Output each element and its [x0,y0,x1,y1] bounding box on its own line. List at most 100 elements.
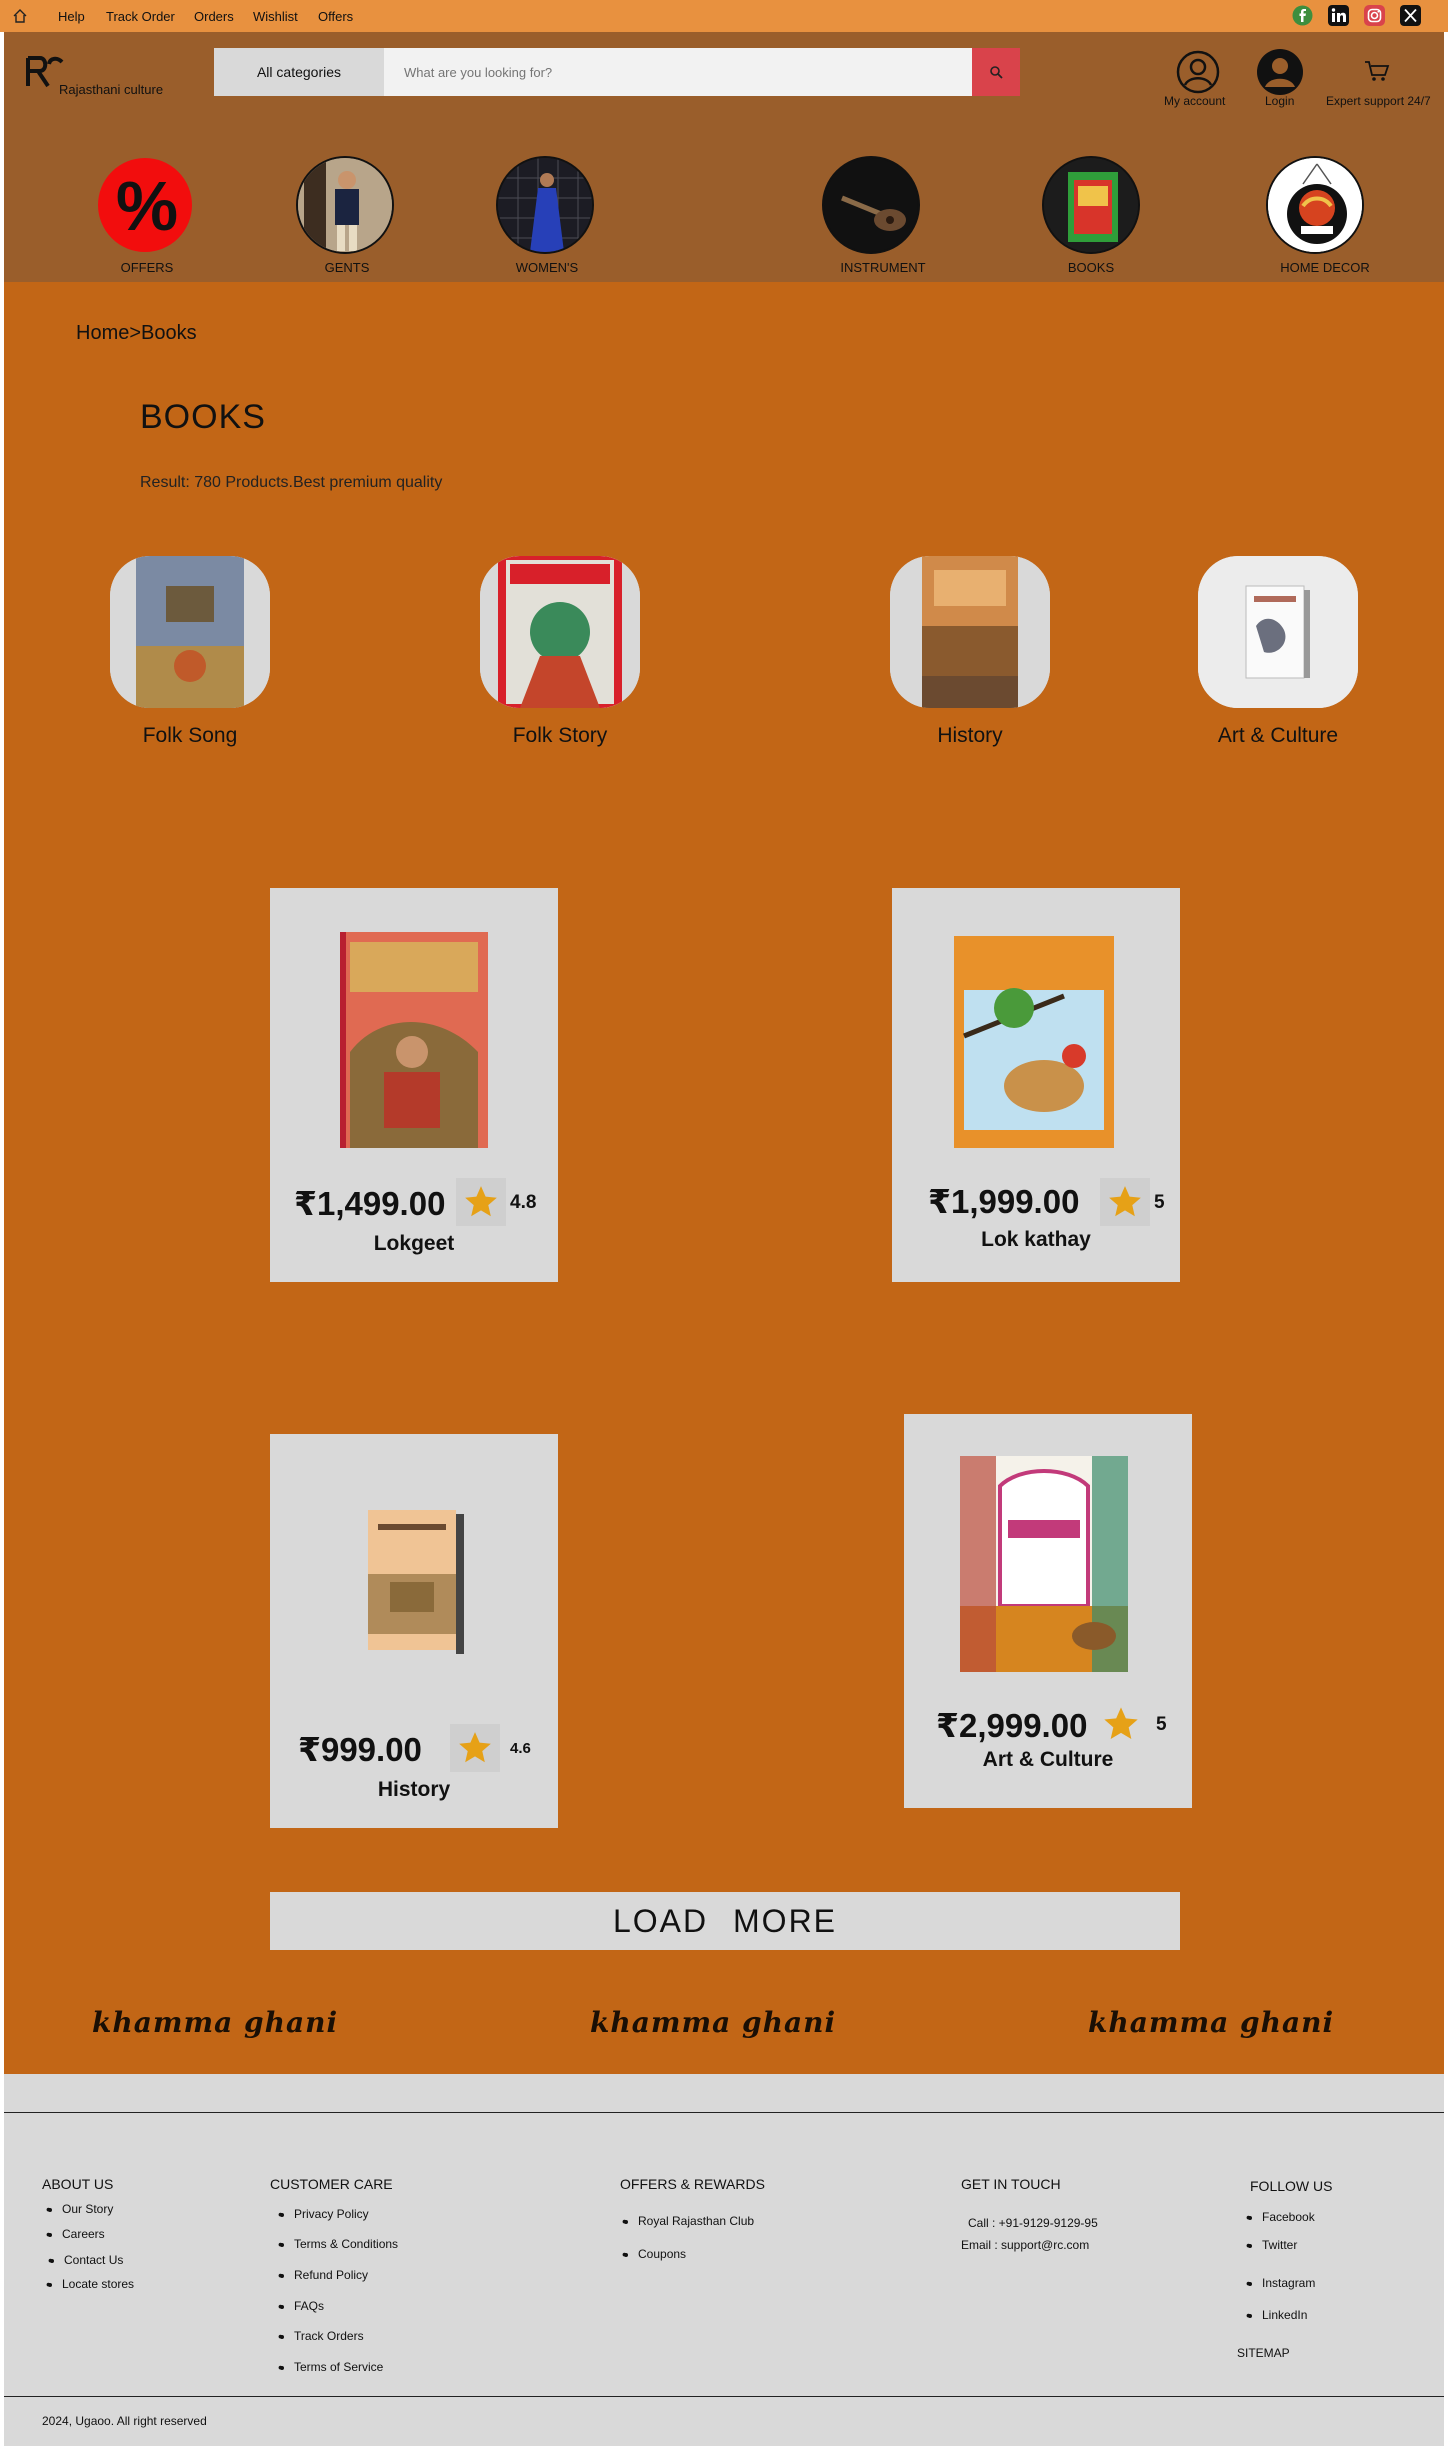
product-name[interactable]: Lokgeet [270,1232,558,1256]
rating-star-box [456,1178,506,1226]
footer-link[interactable]: Coupons [622,2246,686,2262]
category-gents-label[interactable]: GENTS [277,260,417,275]
product-name[interactable]: Lok kathay [892,1228,1180,1252]
footer-link[interactable]: Careers [46,2226,105,2242]
footer-link[interactable]: Facebook [1246,2209,1315,2225]
facebook-icon[interactable] [1292,5,1313,26]
gents-image [298,158,392,252]
product-rating: 5 [1156,1714,1167,1735]
footer-divider [4,2112,1444,2113]
footer-link[interactable]: Royal Rajasthan Club [622,2213,754,2229]
page-title: BOOKS [140,398,266,436]
footer-link[interactable]: Track Orders [278,2328,363,2344]
category-books-circle[interactable] [1042,156,1140,254]
category-home-decor-circle[interactable] [1266,156,1364,254]
womens-image [498,158,592,252]
nav-track-order-link[interactable]: Track Order [106,9,175,24]
star-icon [1109,1186,1141,1217]
folk-story-book-image [480,556,640,708]
product-card-art-culture[interactable]: ₹2,999.00 5 Art & Culture [904,1414,1192,1808]
my-account-link[interactable]: My account [1164,94,1225,108]
category-womens-circle[interactable] [496,156,594,254]
footer-link[interactable]: Instagram [1246,2275,1315,2291]
footer-link[interactable]: Terms of Service [278,2359,383,2375]
x-icon[interactable] [1400,5,1421,26]
footer-link[interactable]: Refund Policy [278,2267,368,2283]
star-icon [465,1186,497,1217]
category-home-decor-label[interactable]: HOME DECOR [1255,260,1395,275]
product-name[interactable]: Art & Culture [904,1748,1192,1772]
category-instrument-label[interactable]: INSTRUMENT [813,260,953,275]
footer-link[interactable]: Twitter [1246,2237,1298,2253]
subcategory-art-culture-label[interactable]: Art & Culture [1168,724,1388,748]
subcategory-folk-song-label[interactable]: Folk Song [80,724,300,748]
subcategory-art-culture-card[interactable] [1198,556,1358,708]
all-categories-dropdown[interactable]: All categories [214,48,384,96]
product-rating: 4.8 [510,1192,537,1213]
product-card-lok-kathay[interactable]: ₹1,999.00 5 Lok kathay [892,888,1180,1282]
category-books-label[interactable]: BOOKS [1021,260,1161,275]
rating-star-box [450,1724,500,1772]
login-icon[interactable] [1256,48,1304,96]
rating-star-box [1100,1178,1150,1226]
account-icon[interactable] [1176,50,1220,94]
nav-offers-link[interactable]: Offers [318,9,353,24]
login-link[interactable]: Login [1265,94,1294,108]
subcategory-folk-story-card[interactable] [480,556,640,708]
breadcrumb[interactable]: Home>Books [76,322,197,345]
footer-link[interactable]: LinkedIn [1246,2307,1308,2323]
footer-link[interactable]: Privacy Policy [278,2206,369,2222]
tagline-text: khamma ghani [590,2006,837,2039]
subcategory-history-label[interactable]: History [860,724,1080,748]
footer-link[interactable]: Contact Us [48,2252,123,2268]
search-button[interactable] [972,48,1020,96]
folk-song-book-image [110,556,270,708]
cart-icon[interactable] [1364,60,1390,82]
instrument-image [824,158,918,252]
contact-email[interactable]: Email : support@rc.com [961,2238,1089,2252]
footer-about-title: ABOUT US [42,2176,114,2192]
category-instrument-circle[interactable] [822,156,920,254]
category-offers-label[interactable]: OFFERS [77,260,217,275]
category-gents-circle[interactable] [296,156,394,254]
home-decor-image [1268,158,1362,252]
tagline-text: khamma ghani [1088,2006,1335,2039]
subcategory-folk-story-label[interactable]: Folk Story [450,724,670,748]
category-offers-circle[interactable]: % [96,156,194,254]
footer-divider [4,2396,1444,2397]
subcategory-folk-song-card[interactable] [110,556,270,708]
star-icon [1104,1707,1138,1739]
footer-link[interactable]: Terms & Conditions [278,2236,398,2252]
nav-orders-link[interactable]: Orders [194,9,234,24]
instagram-icon[interactable] [1364,5,1385,26]
home-icon[interactable] [12,8,28,24]
nav-help-link[interactable]: Help [58,9,85,24]
footer-link[interactable]: Our Story [46,2201,113,2217]
product-price: ₹999.00 [298,1731,422,1768]
sitemap-link[interactable]: SITEMAP [1237,2346,1290,2360]
art-culture-book-image [1198,556,1358,708]
footer-link[interactable]: FAQs [278,2298,324,2314]
product-card-history[interactable]: ₹999.00 4.6 History [270,1434,558,1828]
contact-phone[interactable]: Call : +91-9129-9129-95 [968,2216,1098,2230]
rc-logo[interactable] [24,54,64,90]
category-womens-label[interactable]: WOMEN'S [477,260,617,275]
footer-link[interactable]: Locate stores [46,2276,134,2292]
footer-contact-title: GET IN TOUCH [961,2176,1061,2192]
product-name[interactable]: History [270,1778,558,1802]
footer-care-title: CUSTOMER CARE [270,2176,393,2192]
nav-wishlist-link[interactable]: Wishlist [253,9,298,24]
product-image-lok-kathay [954,936,1114,1148]
search-input[interactable] [384,48,972,96]
expert-support-link[interactable]: Expert support 24/7 [1326,94,1431,108]
product-rating: 5 [1154,1192,1165,1213]
linkedin-icon[interactable] [1328,5,1349,26]
main-content: Home>Books BOOKS Result: 780 Products.Be… [4,282,1444,2074]
load-more-button[interactable]: LOAD MORE [270,1892,1180,1950]
subcategory-history-card[interactable] [890,556,1050,708]
tagline-text: khamma ghani [92,2006,339,2039]
star-icon [459,1732,491,1763]
books-image [1044,158,1138,252]
top-bar: Help Track Order Orders Wishlist Offers [0,0,1448,32]
product-card-lokgeet[interactable]: ₹1,499.00 4.8 Lokgeet [270,888,558,1282]
